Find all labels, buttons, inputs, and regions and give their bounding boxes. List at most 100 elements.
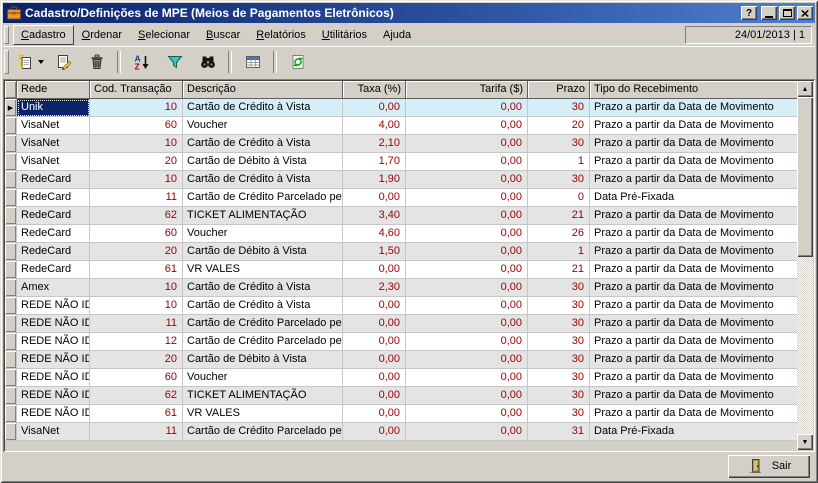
menu-item-ordenar[interactable]: Ordenar	[74, 25, 130, 45]
menu-item-cadastro[interactable]: Cadastro	[13, 25, 74, 45]
cell-taxa[interactable]: 2,30	[343, 279, 406, 297]
dropdown-arrow-icon[interactable]	[38, 60, 44, 64]
cell-taxa[interactable]: 0,00	[343, 369, 406, 387]
cell-cod-transacao[interactable]: 11	[90, 315, 183, 333]
exit-button[interactable]: Sair	[728, 455, 810, 478]
cell-cod-transacao[interactable]: 10	[90, 99, 183, 117]
cell-cod-transacao[interactable]: 20	[90, 351, 183, 369]
scroll-down-button[interactable]: ▼	[797, 434, 813, 450]
cell-descricao[interactable]: Voucher	[183, 225, 343, 243]
cell-tipo-recebimento[interactable]: Prazo a partir da Data de Movimento	[590, 117, 797, 135]
cell-prazo[interactable]: 31	[528, 423, 590, 441]
cell-tipo-recebimento[interactable]: Prazo a partir da Data de Movimento	[590, 369, 797, 387]
table-row[interactable]: RedeCard60Voucher4,600,0026Prazo a parti…	[5, 225, 797, 243]
cell-cod-transacao[interactable]: 60	[90, 117, 183, 135]
table-row[interactable]: VisaNet10Cartão de Crédito à Vista2,100,…	[5, 135, 797, 153]
cell-cod-transacao[interactable]: 11	[90, 423, 183, 441]
cell-cod-transacao[interactable]: 10	[90, 297, 183, 315]
filter-button[interactable]	[159, 49, 190, 75]
table-row[interactable]: REDE NÃO IDE11Cartão de Crédito Parcelad…	[5, 315, 797, 333]
cell-taxa[interactable]: 0,00	[343, 351, 406, 369]
maximize-button[interactable]	[779, 6, 795, 20]
cell-taxa[interactable]: 0,00	[343, 333, 406, 351]
column-header-taxa[interactable]: Taxa (%)	[343, 81, 406, 99]
cell-taxa[interactable]: 0,00	[343, 189, 406, 207]
cell-tarifa[interactable]: 0,00	[406, 351, 528, 369]
cell-descricao[interactable]: VR VALES	[183, 405, 343, 423]
cell-taxa[interactable]: 0,00	[343, 297, 406, 315]
table-row[interactable]: REDE NÃO IDE20Cartão de Débito à Vista0,…	[5, 351, 797, 369]
cell-tarifa[interactable]: 0,00	[406, 225, 528, 243]
cell-tipo-recebimento[interactable]: Prazo a partir da Data de Movimento	[590, 207, 797, 225]
table-row[interactable]: RedeCard20Cartão de Débito à Vista1,500,…	[5, 243, 797, 261]
cell-rede[interactable]: VisaNet	[17, 135, 90, 153]
toolbar-gripper[interactable]	[4, 50, 9, 74]
cell-taxa[interactable]: 0,00	[343, 315, 406, 333]
cell-cod-transacao[interactable]: 20	[90, 243, 183, 261]
cell-descricao[interactable]: Cartão de Crédito Parcelado pela A	[183, 333, 343, 351]
cell-tipo-recebimento[interactable]: Prazo a partir da Data de Movimento	[590, 261, 797, 279]
cell-rede[interactable]: REDE NÃO IDE	[17, 333, 90, 351]
scroll-up-button[interactable]: ▲	[797, 81, 813, 97]
find-button[interactable]	[192, 49, 223, 75]
cell-taxa[interactable]: 1,90	[343, 171, 406, 189]
cell-rede[interactable]: RedeCard	[17, 243, 90, 261]
cell-prazo[interactable]: 30	[528, 279, 590, 297]
cell-cod-transacao[interactable]: 11	[90, 189, 183, 207]
cell-tarifa[interactable]: 0,00	[406, 99, 528, 117]
cell-descricao[interactable]: Cartão de Crédito Parcelado pelo E	[183, 423, 343, 441]
table-row[interactable]: Amex10Cartão de Crédito à Vista2,300,003…	[5, 279, 797, 297]
cell-prazo[interactable]: 30	[528, 405, 590, 423]
cell-cod-transacao[interactable]: 62	[90, 387, 183, 405]
menu-item-relatorios[interactable]: Relatórios	[248, 25, 314, 45]
table-row[interactable]: REDE NÃO IDE12Cartão de Crédito Parcelad…	[5, 333, 797, 351]
cell-prazo[interactable]: 30	[528, 351, 590, 369]
cell-prazo[interactable]: 30	[528, 333, 590, 351]
cell-cod-transacao[interactable]: 10	[90, 135, 183, 153]
cell-tarifa[interactable]: 0,00	[406, 117, 528, 135]
cell-tipo-recebimento[interactable]: Prazo a partir da Data de Movimento	[590, 387, 797, 405]
minimize-button[interactable]	[761, 6, 777, 20]
cell-prazo[interactable]: 30	[528, 171, 590, 189]
menu-item-ajuda[interactable]: Ajuda	[375, 25, 419, 45]
cell-tipo-recebimento[interactable]: Prazo a partir da Data de Movimento	[590, 315, 797, 333]
cell-descricao[interactable]: Cartão de Débito à Vista	[183, 243, 343, 261]
sort-az-button[interactable]: AZ	[126, 49, 157, 75]
cell-rede[interactable]: RedeCard	[17, 171, 90, 189]
table-row[interactable]: VisaNet20Cartão de Débito à Vista1,700,0…	[5, 153, 797, 171]
table-row[interactable]: ▶Unik10Cartão de Crédito à Vista0,000,00…	[5, 99, 797, 117]
cell-tarifa[interactable]: 0,00	[406, 297, 528, 315]
cell-tarifa[interactable]: 0,00	[406, 423, 528, 441]
cell-prazo[interactable]: 30	[528, 135, 590, 153]
cell-tarifa[interactable]: 0,00	[406, 333, 528, 351]
cell-descricao[interactable]: Cartão de Crédito à Vista	[183, 135, 343, 153]
cell-prazo[interactable]: 30	[528, 387, 590, 405]
cell-rede[interactable]: REDE NÃO IDE	[17, 315, 90, 333]
cell-rede[interactable]: REDE NÃO IDE	[17, 405, 90, 423]
column-header-rede[interactable]: Rede	[17, 81, 90, 99]
column-header-descricao[interactable]: Descrição	[183, 81, 343, 99]
cell-prazo[interactable]: 21	[528, 261, 590, 279]
cell-tarifa[interactable]: 0,00	[406, 135, 528, 153]
cell-tarifa[interactable]: 0,00	[406, 369, 528, 387]
cell-taxa[interactable]: 0,00	[343, 99, 406, 117]
cell-tarifa[interactable]: 0,00	[406, 171, 528, 189]
column-header-prazo[interactable]: Prazo	[528, 81, 590, 99]
table-row[interactable]: RedeCard61VR VALES0,000,0021Prazo a part…	[5, 261, 797, 279]
cell-tarifa[interactable]: 0,00	[406, 189, 528, 207]
cell-tarifa[interactable]: 0,00	[406, 405, 528, 423]
cell-prazo[interactable]: 1	[528, 243, 590, 261]
cell-tipo-recebimento[interactable]: Prazo a partir da Data de Movimento	[590, 243, 797, 261]
cell-tipo-recebimento[interactable]: Prazo a partir da Data de Movimento	[590, 279, 797, 297]
cell-descricao[interactable]: VR VALES	[183, 261, 343, 279]
cell-rede[interactable]: REDE NÃO IDE	[17, 351, 90, 369]
cell-descricao[interactable]: Cartão de Crédito à Vista	[183, 297, 343, 315]
cell-taxa[interactable]: 2,10	[343, 135, 406, 153]
cell-prazo[interactable]: 30	[528, 315, 590, 333]
cell-taxa[interactable]: 3,40	[343, 207, 406, 225]
menu-item-utilitarios[interactable]: Utilitários	[314, 25, 375, 45]
cell-rede[interactable]: RedeCard	[17, 189, 90, 207]
cell-taxa[interactable]: 0,00	[343, 423, 406, 441]
cell-descricao[interactable]: Voucher	[183, 117, 343, 135]
cell-descricao[interactable]: Cartão de Crédito Parcelado pelo E	[183, 189, 343, 207]
